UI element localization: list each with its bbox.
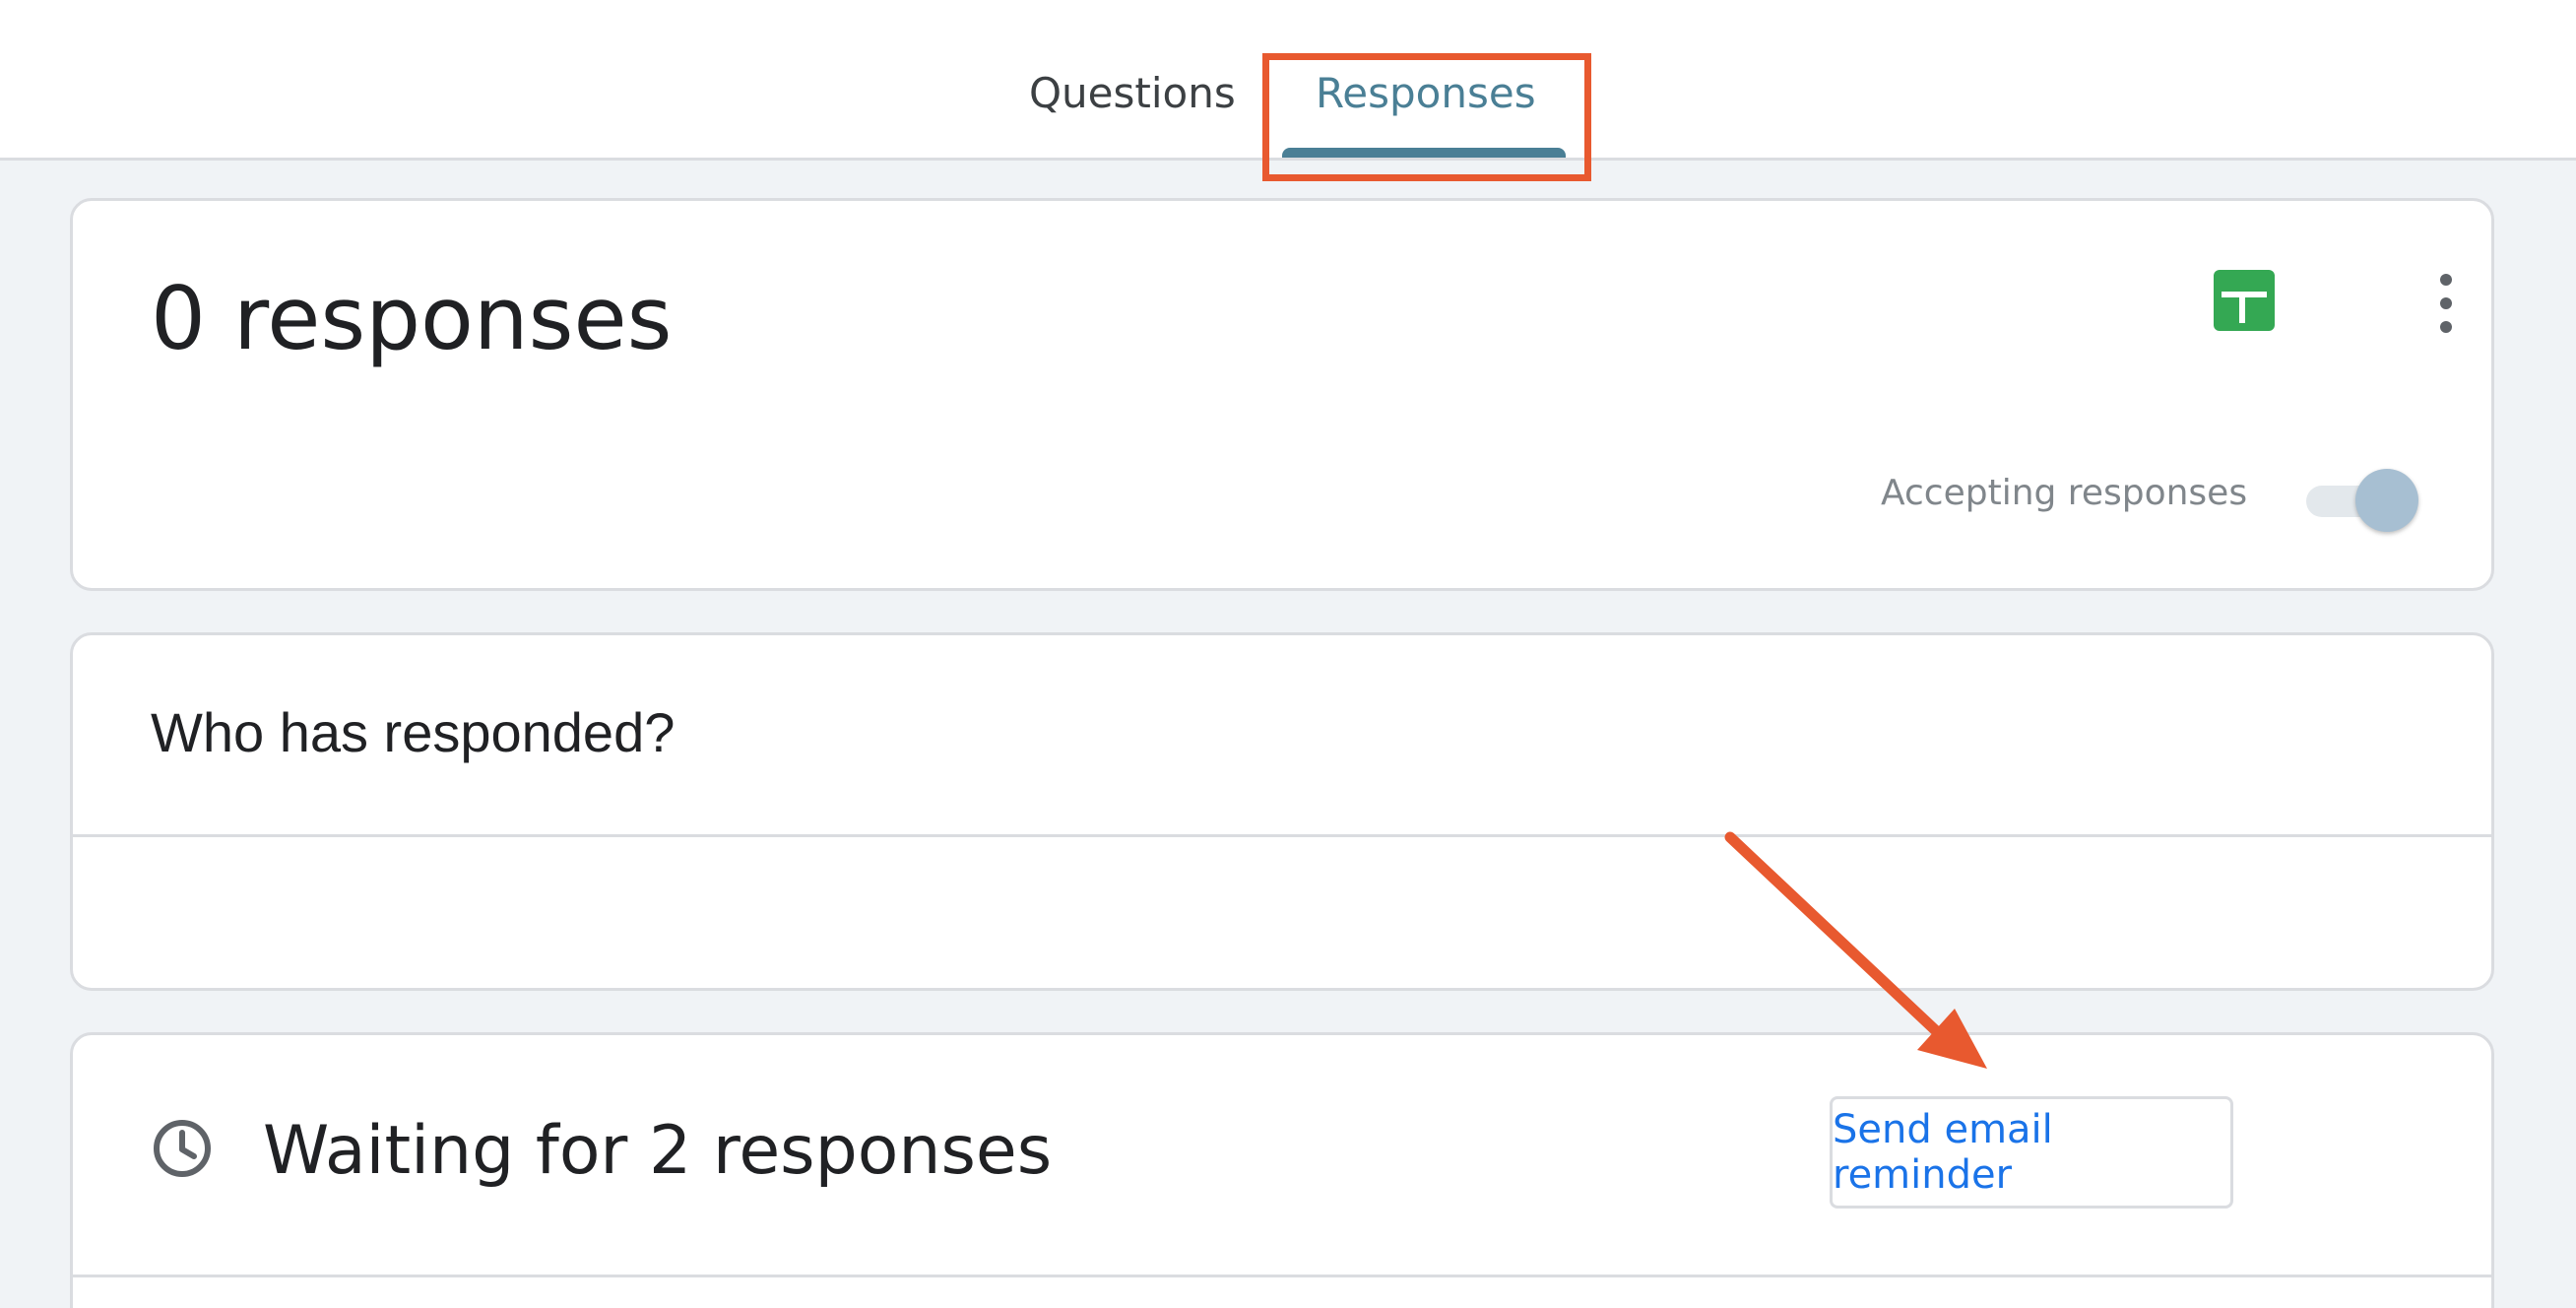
accepting-responses-toggle[interactable] [2300, 469, 2418, 532]
google-forms-page: Questions Responses 0 responses Acceptin… [0, 0, 2576, 1308]
who-has-responded-card: Who has responded? [70, 632, 2494, 991]
tab-bar: Questions Responses [0, 0, 2576, 181]
tab-questions[interactable]: Questions [1029, 69, 1236, 117]
responses-count: 0 responses [151, 268, 673, 369]
divider [73, 834, 2491, 837]
annotation-highlight-box [1262, 53, 1591, 181]
waiting-responses-card: Waiting for 2 responses Send email remin… [70, 1032, 2494, 1308]
divider [73, 1275, 2491, 1277]
who-has-responded-heading: Who has responded? [151, 701, 676, 763]
responses-summary-card: 0 responses Accepting responses [70, 198, 2494, 591]
toggle-knob [2355, 469, 2418, 532]
send-email-reminder-button[interactable]: Send email reminder [1830, 1096, 2233, 1209]
waiting-responses-heading: Waiting for 2 responses [263, 1112, 1053, 1190]
clock-icon [154, 1120, 211, 1177]
google-sheets-icon[interactable] [2214, 270, 2275, 331]
more-vert-icon[interactable] [2426, 274, 2466, 333]
accepting-responses-label: Accepting responses [1881, 473, 2248, 513]
